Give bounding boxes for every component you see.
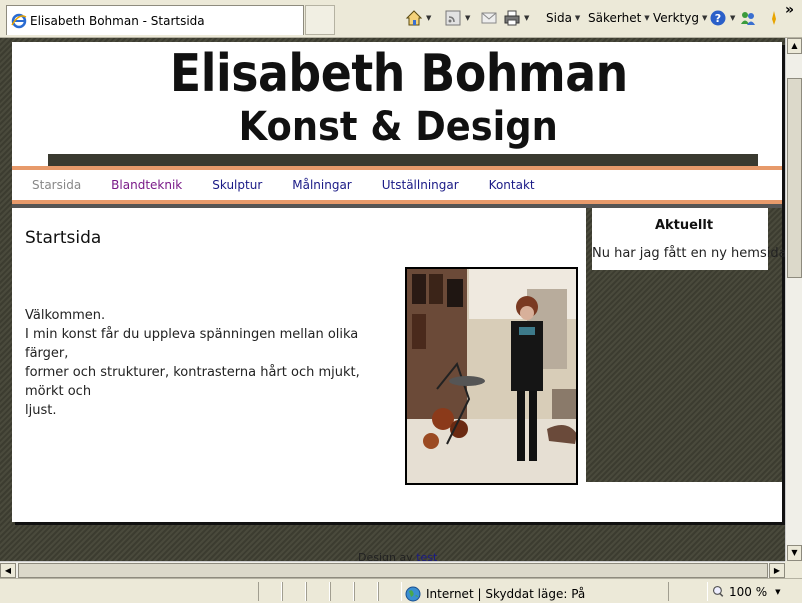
artist-photo-image: [407, 269, 576, 483]
help-button[interactable]: ? ▼: [709, 6, 735, 30]
tools-menu[interactable]: Verktyg ▼: [653, 6, 707, 30]
page-container: Elisabeth Bohman Konst & Design Starsida…: [12, 42, 785, 522]
new-tab-button[interactable]: [305, 5, 335, 35]
home-icon: [405, 10, 423, 26]
footer-text: Design av: [358, 551, 413, 561]
page-viewport: Elisabeth Bohman Konst & Design Starsida…: [0, 38, 785, 561]
status-bar: Internet | Skyddat läge: På 100 % ▼: [0, 578, 802, 603]
status-segment: [306, 582, 330, 601]
vertical-scrollbar[interactable]: ▲ ▼: [785, 38, 802, 561]
status-segment: [354, 582, 378, 601]
mail-icon: [481, 12, 497, 24]
header-bar: [48, 154, 758, 166]
security-zone[interactable]: Internet | Skyddat läge: På: [404, 585, 585, 603]
sidebar: Aktuellt Nu har jag fått en ny hemsida.: [586, 208, 785, 482]
news-title: Aktuellt: [654, 218, 714, 233]
scroll-corner: [785, 561, 802, 578]
zoom-dropdown-icon[interactable]: ▼: [775, 588, 780, 596]
content-heading: Startsida: [25, 228, 102, 248]
main-nav: Starsida Blandteknik Skulptur Målningar …: [12, 170, 782, 200]
globe-icon: [405, 586, 421, 602]
intro-line-3: ljust.: [25, 403, 57, 418]
intro-line-2: former och strukturer, kontrasterna hårt…: [25, 365, 360, 399]
status-segment: [258, 582, 282, 601]
mail-button[interactable]: [480, 6, 498, 30]
browser-tab[interactable]: Elisabeth Bohman - Startsida: [6, 5, 304, 35]
zone-text: Internet | Skyddat läge: På: [426, 587, 586, 601]
ie-icon: [11, 13, 27, 28]
safety-menu[interactable]: Säkerhet ▼: [588, 6, 650, 30]
browser-toolbar: Elisabeth Bohman - Startsida ▼ ▼ ▼ Sida ▼…: [0, 0, 802, 38]
status-segment: [282, 582, 306, 601]
rss-icon: [445, 10, 461, 26]
status-segment: [378, 582, 402, 601]
horizontal-scroll-thumb[interactable]: [18, 563, 768, 578]
news-text: Nu har jag fått en ny hemsida.: [592, 246, 785, 261]
nav-item-blandteknik[interactable]: Blandteknik: [111, 178, 182, 192]
chevron-right-icon[interactable]: »: [785, 2, 794, 18]
research-button[interactable]: [765, 6, 783, 30]
zoom-level: 100 %: [729, 585, 768, 599]
intro-line-1: I min konst får du uppleva spänningen me…: [25, 327, 359, 361]
nav-item-kontakt[interactable]: Kontakt: [489, 178, 535, 192]
status-segment: [668, 582, 708, 601]
research-icon: [772, 11, 776, 25]
nav-item-utstallningar[interactable]: Utställningar: [382, 178, 459, 192]
scroll-up-button[interactable]: ▲: [787, 38, 802, 54]
horizontal-scrollbar[interactable]: ◀ ▶: [0, 561, 785, 578]
print-icon: [504, 10, 520, 26]
zoom-control[interactable]: 100 % ▼: [712, 585, 781, 599]
nav-item-skulptur[interactable]: Skulptur: [212, 178, 262, 192]
content-text: Välkommen. I min konst får du uppleva sp…: [25, 306, 400, 420]
scroll-down-button[interactable]: ▼: [787, 545, 802, 561]
tools-menu-label: Verktyg: [653, 11, 699, 25]
nav-item-malningar[interactable]: Målningar: [292, 178, 352, 192]
welcome-line: Välkommen.: [25, 308, 106, 323]
nav-item-starsida[interactable]: Starsida: [32, 178, 81, 192]
footer-link[interactable]: test: [416, 551, 437, 561]
help-icon: ?: [710, 10, 726, 26]
vertical-scroll-thumb[interactable]: [787, 78, 802, 278]
scroll-left-button[interactable]: ◀: [0, 563, 16, 578]
artist-photo: [405, 267, 578, 485]
feeds-button[interactable]: ▼: [444, 6, 470, 30]
site-title: Elisabeth Bohman: [169, 44, 628, 104]
page-menu-label: Sida: [546, 11, 572, 25]
footer: Design av test: [358, 551, 437, 561]
tab-title: Elisabeth Bohman - Startsida: [30, 13, 205, 28]
messenger-icon: [741, 12, 755, 25]
page-menu[interactable]: Sida ▼: [546, 6, 580, 30]
print-button[interactable]: ▼: [503, 6, 529, 30]
svg-text:?: ?: [715, 12, 721, 25]
scroll-right-button[interactable]: ▶: [769, 563, 785, 578]
home-button[interactable]: ▼: [405, 6, 431, 30]
safety-menu-label: Säkerhet: [588, 11, 642, 25]
messenger-button[interactable]: [739, 6, 757, 30]
status-segment: [330, 582, 354, 601]
site-subtitle: Konst & Design: [238, 104, 558, 150]
zoom-icon: [712, 585, 724, 597]
